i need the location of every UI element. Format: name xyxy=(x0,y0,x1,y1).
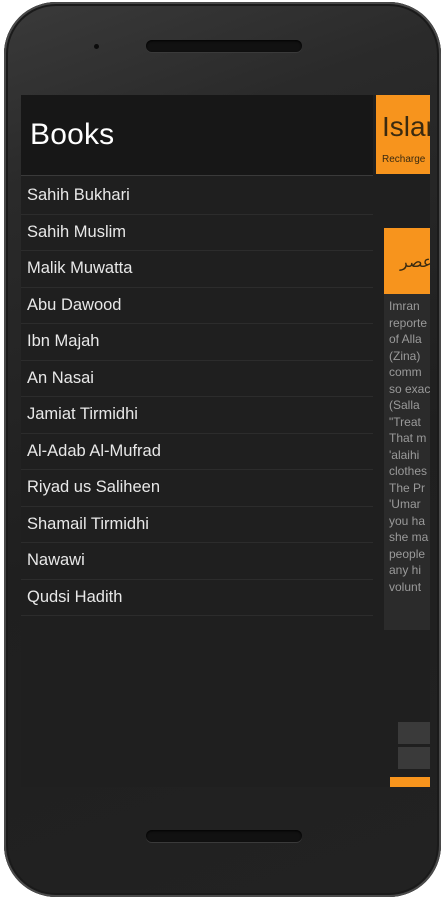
input-field-2[interactable] xyxy=(398,747,430,769)
hadith-arabic-header: عصر xyxy=(384,228,430,294)
search-button[interactable]: Search xyxy=(390,777,430,787)
hadith-line: reporte xyxy=(389,315,428,330)
hadith-line: of Alla xyxy=(389,332,422,346)
book-item-ibn-majah[interactable]: Ibn Majah xyxy=(21,324,373,361)
front-camera xyxy=(94,44,99,49)
brand-title: Islar xyxy=(382,111,430,142)
app-screen: Books Sahih Bukhari Sahih Muslim Malik M… xyxy=(21,95,430,787)
hadith-line: clothes xyxy=(389,464,428,478)
hadith-line: you ha xyxy=(389,513,426,528)
hadith-line: (Salla xyxy=(389,398,420,412)
hadith-line: so exac xyxy=(389,381,430,396)
hadith-line: 'alaihi xyxy=(389,447,420,462)
hadith-line: people xyxy=(389,546,426,561)
hadith-text: Imran reporte of Alla (Zina) comm so exa… xyxy=(389,298,430,595)
side-panel: Islar Recharge عصر Imran reporte of Alla… xyxy=(376,95,430,787)
book-item-malik-muwatta[interactable]: Malik Muwatta xyxy=(21,251,373,288)
hadith-line: "Treat xyxy=(389,414,421,429)
page-title: Books xyxy=(30,118,115,151)
brand-tile[interactable]: Islar Recharge xyxy=(376,95,430,174)
book-item-shamail-tirmidhi[interactable]: Shamail Tirmidhi xyxy=(21,507,373,543)
hadith-line: she ma xyxy=(389,530,429,544)
book-item-jamiat-tirmidhi[interactable]: Jamiat Tirmidhi xyxy=(21,397,373,434)
earpiece-speaker xyxy=(146,40,302,52)
book-item-qudsi-hadith[interactable]: Qudsi Hadith xyxy=(21,580,373,616)
book-item-sahih-muslim[interactable]: Sahih Muslim xyxy=(21,215,373,251)
hadith-line: 'Umar xyxy=(389,497,421,511)
books-header: Books xyxy=(21,95,373,176)
hadith-arabic-text: عصر xyxy=(400,252,430,271)
hadith-card[interactable]: عصر Imran reporte of Alla (Zina) comm so… xyxy=(384,228,430,630)
book-item-abu-dawood[interactable]: Abu Dawood xyxy=(21,288,373,324)
book-item-al-adab-al-mufrad[interactable]: Al-Adab Al-Mufrad xyxy=(21,434,373,470)
hadith-line: That m xyxy=(389,431,427,445)
hadith-line: any hi xyxy=(389,563,422,577)
brand-subtitle: Recharge xyxy=(382,154,426,165)
hadith-line: (Zina) xyxy=(389,348,421,363)
hadith-line: Imran xyxy=(389,299,420,313)
input-field-1[interactable] xyxy=(398,722,430,744)
bottom-speaker xyxy=(146,830,302,842)
hadith-line: comm xyxy=(389,365,422,379)
book-list: Sahih Bukhari Sahih Muslim Malik Muwatta… xyxy=(21,178,373,616)
book-item-riyad-us-saliheen[interactable]: Riyad us Saliheen xyxy=(21,470,373,507)
book-item-sahih-bukhari[interactable]: Sahih Bukhari xyxy=(21,178,373,215)
books-panel: Books Sahih Bukhari Sahih Muslim Malik M… xyxy=(21,95,373,787)
hadith-line: volunt xyxy=(389,579,422,594)
book-item-an-nasai[interactable]: An Nasai xyxy=(21,361,373,397)
book-item-nawawi[interactable]: Nawawi xyxy=(21,543,373,580)
hadith-line: The Pr xyxy=(389,480,426,495)
phone-frame: Books Sahih Bukhari Sahih Muslim Malik M… xyxy=(4,2,441,897)
